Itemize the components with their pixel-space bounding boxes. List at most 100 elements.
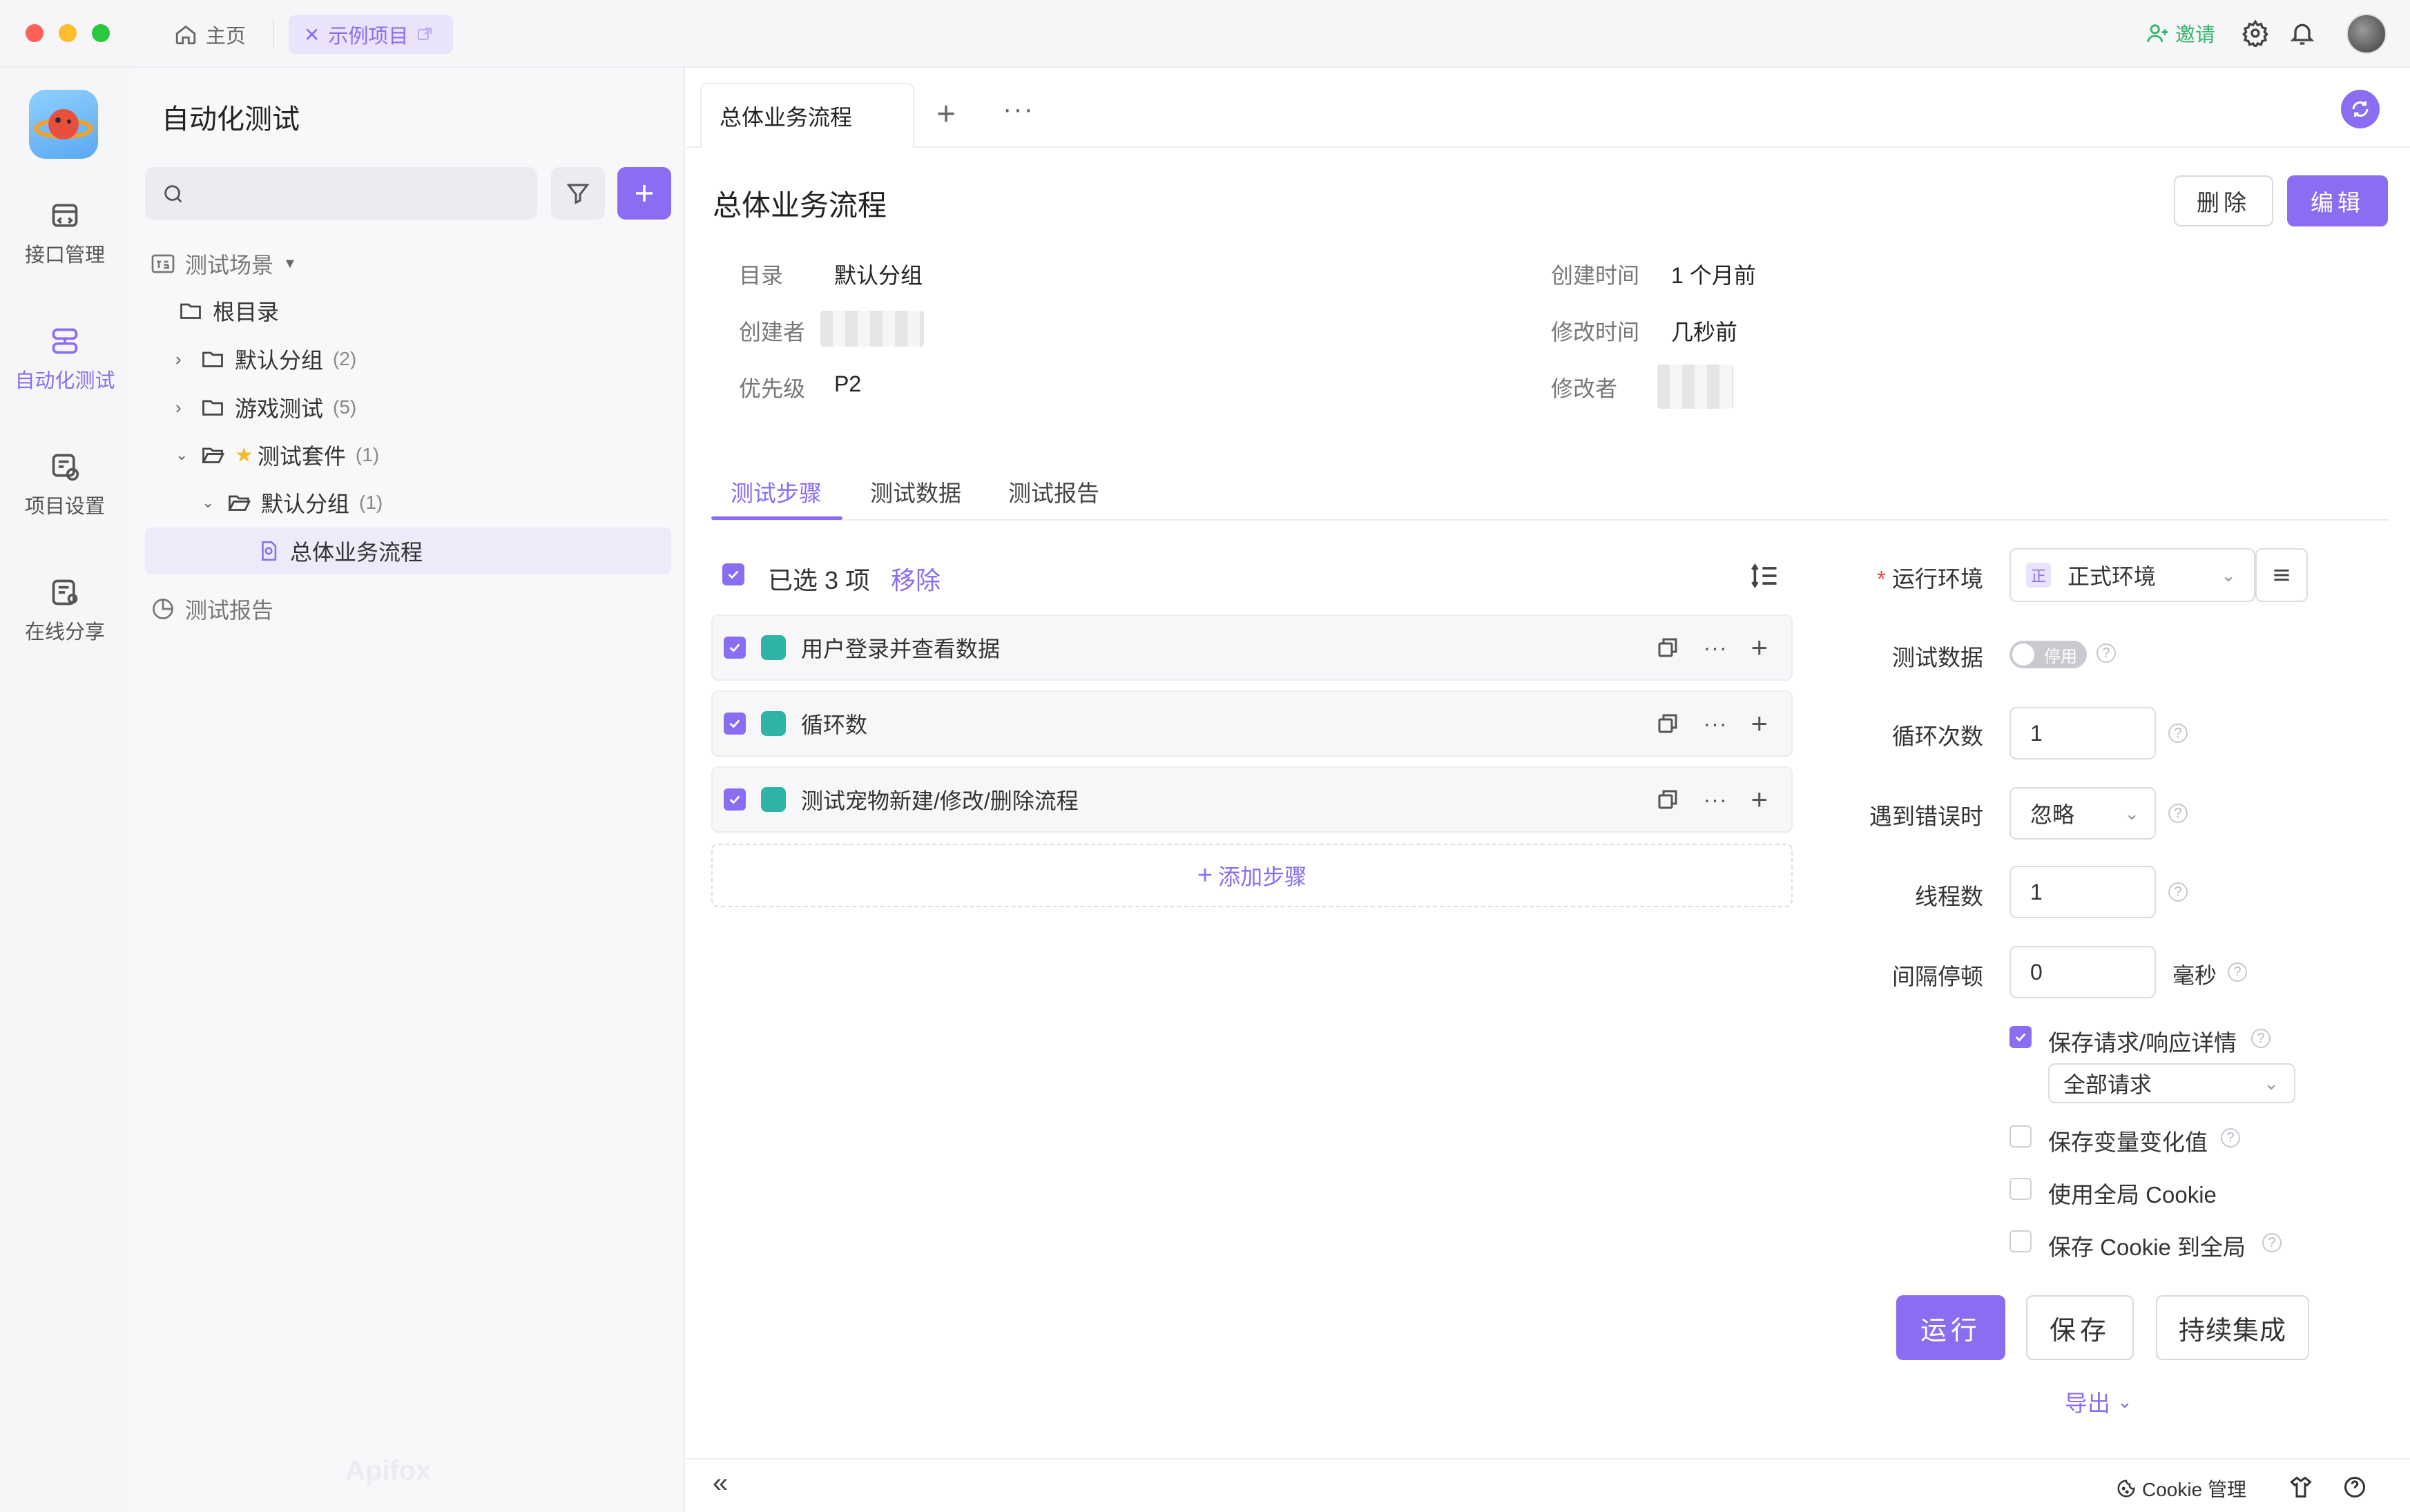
remove-link[interactable]: 移除	[891, 561, 941, 597]
test-data-toggle[interactable]: 停用	[2009, 641, 2087, 668]
check-icon	[729, 643, 740, 652]
tab-project[interactable]: ✕ 示例项目	[289, 15, 453, 54]
close-icon[interactable]: ✕	[304, 23, 320, 46]
help-icon[interactable]: ?	[2168, 804, 2188, 823]
main-tab-active[interactable]: 总体业务流程	[700, 83, 914, 148]
chevron-down-icon[interactable]: ⌄	[175, 446, 191, 464]
chevron-right-icon[interactable]: ›	[175, 349, 191, 370]
help-icon[interactable]: ?	[2251, 1029, 2271, 1048]
step-checkbox[interactable]	[724, 637, 746, 659]
more-icon[interactable]: ···	[1704, 635, 1728, 661]
sync-button[interactable]	[2341, 90, 2380, 128]
rail-item-project-settings[interactable]: 项目设置	[0, 452, 130, 519]
rail-item-automation[interactable]: 自动化测试	[0, 326, 130, 394]
chevron-down-icon: ⌄	[2264, 1072, 2279, 1094]
add-icon[interactable]: +	[1751, 631, 1768, 664]
step-row[interactable]: 测试宠物新建/修改/删除流程 ··· +	[711, 766, 1793, 833]
copy-icon[interactable]	[1655, 635, 1680, 660]
save-detail-checkbox[interactable]	[2009, 1026, 2032, 1048]
add-step-button[interactable]: + 添加步骤	[711, 844, 1793, 907]
global-cookie-label: 使用全局 Cookie	[2048, 1182, 2217, 1208]
check-icon	[729, 795, 740, 804]
external-link-icon[interactable]	[416, 26, 433, 43]
interval-input[interactable]: 0	[2009, 946, 2156, 998]
tree-item-default-group[interactable]: › 默认分组 (2)	[175, 338, 356, 380]
more-tabs-icon[interactable]: ···	[1003, 94, 1034, 125]
collapse-sidebar-icon[interactable]: «	[713, 1468, 728, 1499]
edit-button[interactable]: 编辑	[2287, 175, 2388, 226]
cookie-manager-button[interactable]: Cookie 管理	[2116, 1475, 2246, 1502]
env-manage-button[interactable]	[2255, 548, 2308, 602]
loop-input[interactable]: 1	[2009, 707, 2156, 759]
subtab-test-data[interactable]: 测试数据	[870, 475, 961, 508]
threads-input[interactable]: 1	[2009, 866, 2156, 918]
help-icon[interactable]: ?	[2221, 1128, 2240, 1147]
window-zoom-button[interactable]	[92, 24, 110, 42]
add-icon[interactable]: +	[1751, 707, 1768, 740]
tree-section-reports[interactable]: 测试报告	[151, 588, 273, 630]
meta-modifier-avatar	[1657, 365, 1733, 409]
global-cookie-checkbox[interactable]	[2009, 1178, 2032, 1200]
check-icon	[728, 570, 739, 579]
filter-button[interactable]	[551, 167, 605, 220]
shirt-icon[interactable]	[2288, 1475, 2313, 1500]
menu-icon	[2274, 569, 2289, 581]
tree-item-overall-flow[interactable]: 总体业务流程	[257, 530, 423, 572]
tree-item-game-test[interactable]: › 游戏测试 (5)	[175, 387, 356, 428]
run-button[interactable]: 运行	[1896, 1295, 2005, 1360]
on-error-select[interactable]: 忽略 ⌄	[2009, 787, 2156, 840]
tree-section-scenes[interactable]: 测试场景 ▼	[151, 243, 297, 284]
subtab-steps[interactable]: 测试步骤	[731, 475, 822, 508]
rail-item-api[interactable]: 接口管理	[0, 200, 130, 268]
subtab-test-report[interactable]: 测试报告	[1008, 475, 1099, 508]
tree-item-default-group-nested[interactable]: ⌄ 默认分组 (1)	[202, 482, 383, 523]
rail-item-share[interactable]: 在线分享	[0, 577, 130, 645]
step-label: 循环数	[801, 713, 868, 737]
user-avatar[interactable]	[2346, 14, 2387, 54]
bell-icon[interactable]	[2288, 19, 2316, 47]
export-dropdown[interactable]: 导出 ⌄	[2065, 1385, 2132, 1418]
help-icon[interactable]: ?	[2168, 724, 2188, 743]
more-icon[interactable]: ···	[1704, 787, 1728, 813]
add-icon[interactable]: +	[1751, 783, 1768, 816]
save-vars-checkbox[interactable]	[2009, 1125, 2032, 1147]
window-minimize-button[interactable]	[59, 24, 77, 42]
help-icon[interactable]: ?	[2168, 882, 2188, 902]
chevron-down-icon[interactable]: ⌄	[202, 494, 217, 512]
save-button[interactable]: 保存	[2026, 1295, 2134, 1360]
help-icon[interactable]: ?	[2262, 1233, 2282, 1252]
step-checkbox[interactable]	[724, 788, 746, 811]
user-plus-icon	[2147, 24, 2168, 42]
copy-icon[interactable]	[1655, 711, 1680, 736]
step-row[interactable]: 循环数 ··· +	[711, 690, 1793, 757]
subtab-divider	[711, 519, 2389, 521]
ci-button[interactable]: 持续集成	[2156, 1295, 2309, 1360]
tree-item-test-suite[interactable]: ⌄ ★ 测试套件 (1)	[175, 434, 379, 476]
sort-list-icon[interactable]	[1750, 561, 1780, 591]
window-close-button[interactable]	[26, 24, 44, 42]
tree-search-input[interactable]	[145, 167, 537, 220]
help-icon[interactable]: ?	[2228, 962, 2247, 982]
chevron-right-icon[interactable]: ›	[175, 397, 191, 418]
copy-icon[interactable]	[1655, 787, 1680, 812]
save-detail-select[interactable]: 全部请求 ⌄	[2048, 1063, 2295, 1103]
delete-button[interactable]: 删除	[2174, 175, 2273, 226]
help-circle-icon[interactable]	[2342, 1475, 2367, 1500]
caret-down-icon[interactable]: ▼	[283, 256, 297, 272]
tree-item-root[interactable]: 根目录	[178, 290, 279, 331]
step-row[interactable]: 用户登录并查看数据 ··· +	[711, 614, 1793, 681]
invite-button[interactable]: 邀请	[2146, 19, 2215, 47]
tab-project-label: 示例项目	[328, 26, 409, 48]
gear-icon[interactable]	[2242, 19, 2269, 47]
select-all-checkbox[interactable]	[722, 563, 744, 585]
step-checkbox[interactable]	[724, 713, 746, 735]
env-select[interactable]: 正 正式环境 ⌄	[2009, 548, 2255, 602]
add-button[interactable]	[617, 167, 671, 220]
tab-home[interactable]: 主页	[174, 17, 246, 52]
more-icon[interactable]: ···	[1704, 711, 1728, 737]
help-icon[interactable]: ?	[2096, 643, 2116, 663]
new-tab-plus-icon[interactable]: +	[936, 95, 956, 134]
selected-count: 已选 3 项	[768, 566, 871, 594]
save-cookie-checkbox[interactable]	[2009, 1230, 2032, 1252]
left-rail	[0, 68, 130, 1512]
